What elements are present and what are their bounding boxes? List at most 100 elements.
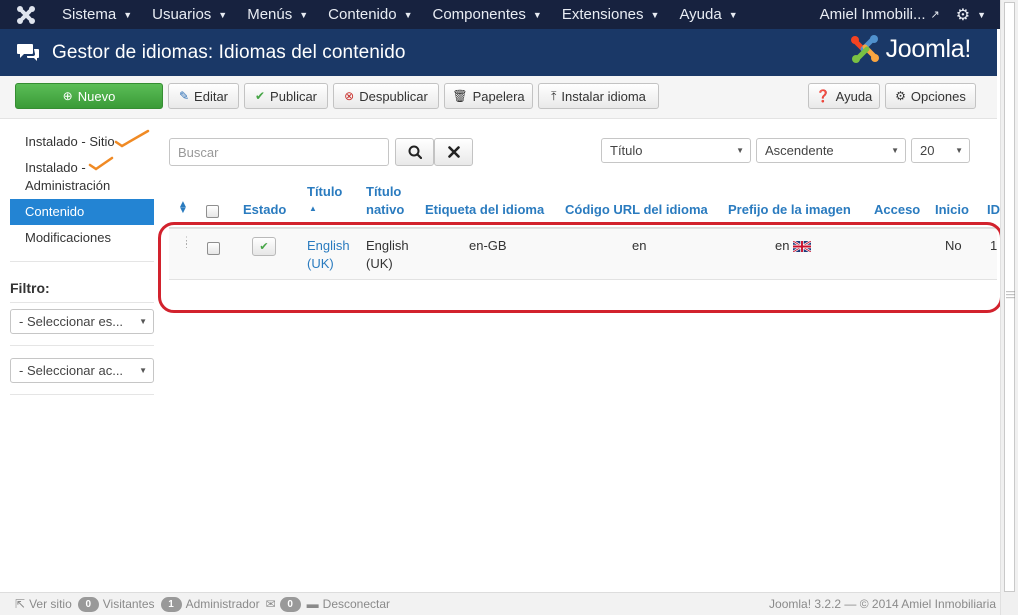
sort-field-select[interactable]: Título ▼ — [601, 138, 751, 163]
menu-label: Menús — [247, 6, 293, 23]
messages-count-badge: 0 — [279, 596, 301, 612]
caret-down-icon: ▼ — [123, 9, 133, 20]
menu-menus[interactable]: Menús ▼ — [237, 0, 318, 29]
status-footer: ⇱ Ver sitio 0 Visitantes 1 Administrador… — [0, 592, 1000, 615]
search-placeholder: Buscar — [178, 144, 219, 160]
admin-status: 1 Administrador — [160, 596, 260, 612]
toolbar: ⊕ Nuevo ✎ Editar ✔ Publicar ⊗ Despublica… — [0, 76, 997, 119]
unpublish-button-label: Despublicar — [359, 88, 428, 104]
plus-circle-icon: ⊕ — [62, 89, 73, 103]
menu-ayuda[interactable]: Ayuda ▼ — [669, 0, 747, 29]
caret-down-icon: ▼ — [728, 9, 738, 20]
publish-button-label: Publicar — [270, 88, 318, 104]
brand-name: Joomla! — [885, 34, 972, 63]
menu-label: Sistema — [62, 6, 117, 23]
filter-access-select[interactable]: - Seleccionar ac... ▼ — [10, 358, 154, 383]
options-button[interactable]: ⚙ Opciones — [885, 83, 976, 109]
messages-link[interactable]: ✉ 0 — [265, 596, 301, 612]
sort-direction-select[interactable]: Ascendente ▼ — [756, 138, 906, 163]
minus-icon: ▬ — [306, 597, 319, 611]
filter-state-select[interactable]: - Seleccionar es... ▼ — [10, 309, 154, 334]
site-name: Amiel Inmobili... — [819, 6, 926, 23]
unpublish-icon: ⊗ — [344, 89, 355, 103]
column-header-titulo-label: Título — [307, 184, 343, 199]
trash-icon: 🗑 — [452, 89, 468, 103]
divider — [10, 302, 154, 303]
column-header-prefijo[interactable]: Prefijo de la imagen — [728, 201, 851, 219]
menu-label: Componentes — [432, 6, 526, 23]
menu-sistema[interactable]: Sistema ▼ — [52, 0, 142, 29]
joomla-logo-icon[interactable] — [0, 0, 52, 29]
view-site-link[interactable]: ⇱ Ver sitio — [15, 597, 72, 611]
page-header: Gestor de idiomas: Idiomas del contenido… — [0, 29, 997, 76]
envelope-icon: ✉ — [265, 597, 276, 611]
page-title: Gestor de idiomas: Idiomas del contenido — [52, 41, 406, 63]
scrollbar-grip-icon: — — — — [1006, 286, 1015, 302]
menu-label: Usuarios — [152, 6, 212, 23]
new-button-label: Nuevo — [77, 88, 116, 104]
menu-label: Ayuda — [679, 6, 722, 23]
menu-usuarios[interactable]: Usuarios ▼ — [142, 0, 237, 29]
filter-title: Filtro: — [10, 280, 50, 296]
logout-label: Desconectar — [322, 597, 391, 611]
search-input[interactable]: Buscar — [169, 138, 389, 166]
install-language-button[interactable]: ⤒ Instalar idioma — [538, 83, 659, 109]
caret-down-icon: ▼ — [299, 9, 309, 20]
search-icon — [408, 145, 422, 159]
caret-down-icon: ▼ — [532, 9, 542, 20]
menu-extensiones[interactable]: Extensiones ▼ — [552, 0, 670, 29]
external-link-icon: ⇱ — [15, 597, 26, 611]
site-link[interactable]: Amiel Inmobili... ↗ — [808, 6, 952, 23]
menu-label: Contenido — [328, 6, 397, 23]
filter-state-label: - Seleccionar es... — [19, 314, 124, 329]
sidebar-item-content[interactable]: Contenido — [10, 199, 154, 225]
column-header-id[interactable]: ID — [987, 201, 1000, 219]
publish-button[interactable]: ✔ Publicar — [244, 83, 328, 109]
edit-button-label: Editar — [194, 88, 229, 104]
comments-icon — [15, 42, 41, 64]
unpublish-button[interactable]: ⊗ Despublicar — [333, 83, 439, 109]
sort-direction-value: Ascendente — [765, 143, 834, 158]
logout-link[interactable]: ▬ Desconectar — [307, 597, 390, 611]
user-menu-button[interactable]: ⚙ ▼ — [952, 5, 1000, 25]
divider — [10, 261, 154, 262]
sort-field-value: Título — [610, 143, 643, 158]
menu-label: Extensiones — [561, 6, 644, 23]
upload-icon: ⤒ — [551, 88, 557, 103]
new-button[interactable]: ⊕ Nuevo — [15, 83, 163, 109]
joomla-brand: Joomla! — [848, 32, 971, 66]
list-limit-value: 20 — [920, 143, 935, 158]
list-limit-select[interactable]: 20 ▼ — [911, 138, 970, 163]
view-site-label: Ver sitio — [29, 597, 72, 611]
column-header-codigo[interactable]: Código URL del idioma — [565, 201, 708, 219]
menu-componentes[interactable]: Componentes ▼ — [422, 0, 551, 29]
sidebar-item-overrides[interactable]: Modificaciones — [10, 225, 154, 251]
clear-search-button[interactable] — [434, 138, 473, 166]
admin-count-badge: 1 — [160, 596, 182, 612]
caret-down-icon: ▼ — [139, 366, 147, 375]
edit-icon: ✎ — [178, 89, 190, 103]
column-header-titulo-nativo[interactable]: Título nativo — [366, 183, 416, 219]
close-icon — [447, 146, 460, 158]
visitors-status: 0 Visitantes — [77, 596, 155, 612]
edit-button[interactable]: ✎ Editar — [168, 83, 239, 109]
column-header-acceso[interactable]: Acceso — [874, 201, 920, 219]
caret-down-icon: ▼ — [139, 317, 147, 326]
options-button-label: Opciones — [910, 88, 966, 104]
column-header-etiqueta[interactable]: Etiqueta del idioma — [425, 201, 544, 219]
column-header-inicio[interactable]: Inicio — [935, 201, 969, 219]
external-link-icon: ↗ — [930, 9, 940, 21]
admin-label: Administrador — [185, 597, 260, 611]
column-header-titulo[interactable]: Título — [307, 183, 342, 201]
help-button[interactable]: ❓ Ayuda — [808, 83, 880, 109]
ordering-sort-icon[interactable]: ▲ ▼ — [178, 200, 188, 216]
page-scrollbar[interactable]: — — — — [1000, 0, 1018, 615]
gear-icon: ⚙ — [895, 89, 906, 103]
check-all-checkbox[interactable] — [206, 205, 219, 218]
search-button[interactable] — [395, 138, 434, 166]
caret-down-icon: ▼ — [977, 9, 986, 20]
menu-contenido[interactable]: Contenido ▼ — [318, 0, 422, 29]
column-header-estado[interactable]: Estado — [243, 201, 286, 219]
question-circle-icon: ❓ — [815, 89, 831, 103]
trash-button[interactable]: 🗑 Papelera — [444, 83, 533, 109]
